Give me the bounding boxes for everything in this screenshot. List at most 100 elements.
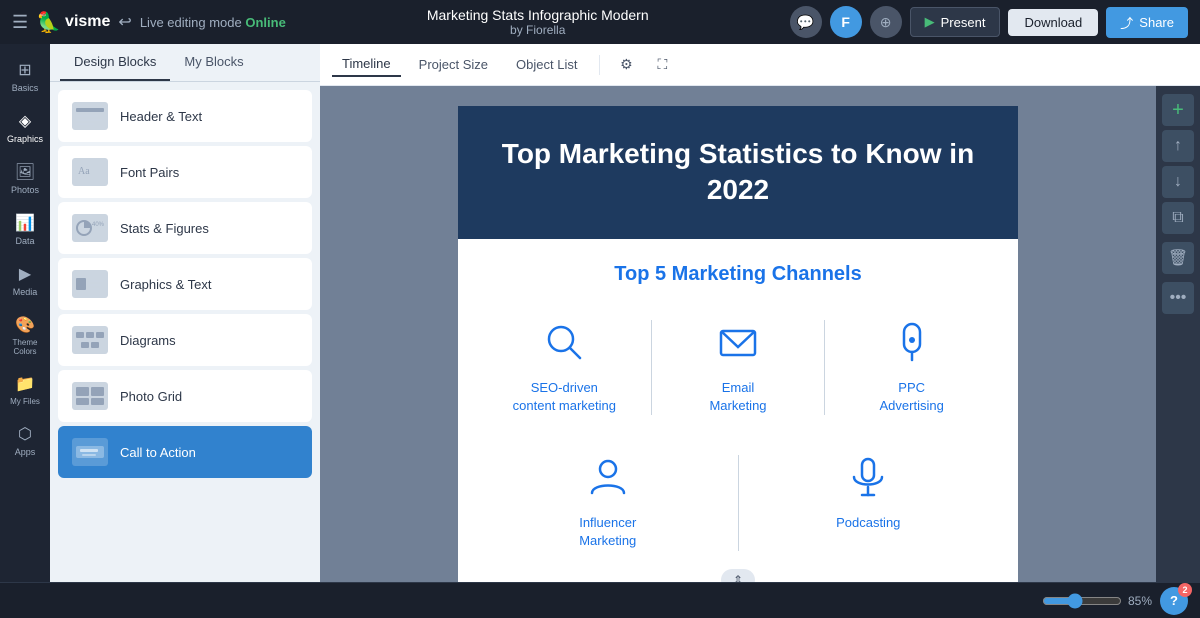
channels-grid-row1: SEO-drivencontent marketing [478,310,998,425]
visme-logo: 🦜 visme [36,10,110,35]
sidebar-item-basics[interactable]: ⊞ Basics [2,52,48,101]
sidebar-item-data[interactable]: 📊 Data [2,205,48,254]
media-icon: ▶ [19,264,31,284]
block-item-call-to-action[interactable]: Call to Action [58,426,312,478]
sidebar-item-theme-colors-label: Theme Colors [6,338,44,356]
sidebar-item-media[interactable]: ▶ Media [2,256,48,305]
tab-my-blocks[interactable]: My Blocks [170,44,257,81]
notification-badge: 2 [1178,583,1192,597]
move-down-btn[interactable]: ↓ [1162,166,1194,198]
project-title: Marketing Stats Infographic Modern [296,7,780,23]
sidebar-tab-bar: Design Blocks My Blocks [50,44,320,82]
help-button[interactable]: ? 2 [1160,587,1188,615]
editor-toolbar: Timeline Project Size Object List ⚙ ⛶ [320,44,1200,86]
sidebar-item-photos[interactable]: 🖼 Photos [2,154,48,203]
undo-icon[interactable]: ↩ [118,12,131,32]
block-label-header-text: Header & Text [120,109,202,124]
block-item-header-text[interactable]: Header & Text [58,90,312,142]
canvas-scroll[interactable]: Top Marketing Statistics to Know in 2022… [320,86,1156,582]
block-item-stats-figures[interactable]: 40% Stats & Figures [58,202,312,254]
sidebar-blocks-list: Header & Text Aa Font Pairs 40% [50,82,320,582]
visme-bird-icon: 🦜 [36,10,61,35]
block-thumb-font-pairs: Aa [72,158,108,186]
channels-section-title: Top 5 Marketing Channels [478,263,998,286]
channel-item-seo: SEO-drivencontent marketing [478,310,651,425]
block-label-graphics-text: Graphics & Text [120,277,212,292]
toolbar-separator [599,55,600,75]
block-label-photo-grid: Photo Grid [120,389,182,404]
my-files-icon: 📁 [15,374,35,394]
comment-icon-btn[interactable]: 💬 [790,6,822,38]
channel-label-podcasting: Podcasting [836,514,900,532]
sidebar-item-basics-label: Basics [12,83,39,93]
sidebar-item-my-files[interactable]: 📁 My Files [2,366,48,414]
present-button[interactable]: ▶ Present [910,7,1001,37]
right-panel: + ↑ ↓ ⧉ 🗑 ••• [1156,86,1200,582]
editor-area: Timeline Project Size Object List ⚙ ⛶ To… [320,44,1200,582]
help-icon: ? [1170,593,1178,608]
sidebar-item-theme-colors[interactable]: 🎨 Theme Colors [2,307,48,364]
zoom-slider[interactable] [1042,593,1122,609]
scroll-indicator: ⇕ [478,561,998,582]
channel-label-influencer: InfluencerMarketing [579,514,636,550]
block-thumb-photo-grid [72,382,108,410]
email-icon [716,320,760,369]
toolbar-tab-project-size[interactable]: Project Size [409,53,498,76]
topbar-center: Marketing Stats Infographic Modern by Fi… [296,7,780,37]
block-thumb-call-to-action [72,438,108,466]
scroll-button[interactable]: ⇕ [721,569,755,582]
channel-label-email: EmailMarketing [709,379,766,415]
collaborators-icon-btn[interactable]: ⊕ [870,6,902,38]
duplicate-btn[interactable]: ⧉ [1162,202,1194,234]
block-label-stats-figures: Stats & Figures [120,221,209,236]
influencer-icon [586,455,630,504]
sidebar-item-media-label: Media [13,287,38,297]
block-thumb-graphics-text [72,270,108,298]
tab-design-blocks[interactable]: Design Blocks [60,44,170,81]
toolbar-tab-object-list[interactable]: Object List [506,53,587,76]
block-item-font-pairs[interactable]: Aa Font Pairs [58,146,312,198]
icon-sidebar: ⊞ Basics ◈ Graphics 🖼 Photos 📊 Data ▶ Me… [0,44,50,582]
canvas-header-section: Top Marketing Statistics to Know in 2022 [458,106,1018,239]
sidebar-item-photos-label: Photos [11,185,39,195]
project-subtitle: by Fiorella [296,23,780,37]
block-item-graphics-text[interactable]: Graphics & Text [58,258,312,310]
block-label-font-pairs: Font Pairs [120,165,179,180]
block-label-diagrams: Diagrams [120,333,176,348]
channel-item-podcasting: Podcasting [739,445,999,560]
toolbar-tab-timeline[interactable]: Timeline [332,52,401,77]
menu-icon[interactable]: ☰ [12,12,28,33]
avatar-btn[interactable]: F [830,6,862,38]
settings-icon-btn[interactable]: ⚙ [612,51,640,79]
delete-btn[interactable]: 🗑 [1162,242,1194,274]
data-icon: 📊 [15,213,35,233]
theme-colors-icon: 🎨 [15,315,35,335]
ppc-icon [890,320,934,369]
share-icon: ⤴ [1120,13,1133,32]
zoom-controls: 85% [1042,593,1152,609]
move-up-btn[interactable]: ↑ [1162,130,1194,162]
block-item-diagrams[interactable]: Diagrams [58,314,312,366]
topbar-right: 💬 F ⊕ ▶ Present Download ⤴ Share [790,6,1188,38]
live-editing-label: Live editing mode Online [140,15,286,30]
add-element-btn[interactable]: + [1162,94,1194,126]
canvas-right-wrapper: Top Marketing Statistics to Know in 2022… [320,86,1200,582]
zoom-value: 85% [1128,594,1152,608]
fullscreen-icon-btn[interactable]: ⛶ [648,51,676,79]
svg-text:Aa: Aa [78,166,90,177]
block-thumb-header-text [72,102,108,130]
topbar: ☰ 🦜 visme ↩ Live editing mode Online Mar… [0,0,1200,44]
channel-item-ppc: PPCAdvertising [825,310,998,425]
canvas-area: Top Marketing Statistics to Know in 2022… [320,86,1156,582]
download-button[interactable]: Download [1008,9,1098,36]
canvas-header-title: Top Marketing Statistics to Know in 2022 [478,136,998,209]
share-button[interactable]: ⤴ Share [1106,7,1188,38]
topbar-left: ☰ 🦜 visme ↩ Live editing mode Online [12,10,286,35]
online-badge: Online [245,15,285,30]
sidebar-item-apps-label: Apps [15,447,36,457]
sidebar-item-apps[interactable]: ⬡ Apps [2,416,48,465]
sidebar-item-graphics[interactable]: ◈ Graphics [2,103,48,152]
block-item-photo-grid[interactable]: Photo Grid [58,370,312,422]
photos-icon: 🖼 [15,162,35,182]
more-options-btn[interactable]: ••• [1162,282,1194,314]
